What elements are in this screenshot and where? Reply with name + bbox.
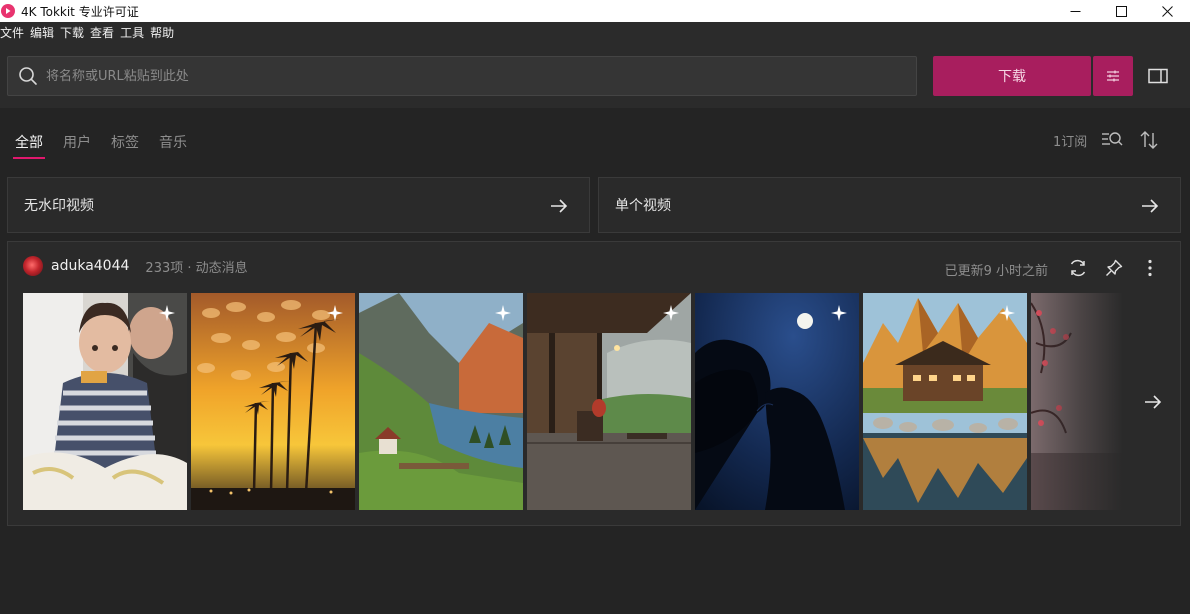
list-search-icon[interactable] (1101, 130, 1123, 150)
menu-tools[interactable]: 工具 (120, 24, 144, 41)
sort-icon[interactable] (1139, 130, 1159, 150)
subscription-controls: 1订阅 (1053, 130, 1159, 150)
tokkit-logo-icon (1, 4, 15, 18)
sidebar-panel-icon (1148, 68, 1168, 84)
video-thumbnail-image (695, 293, 859, 510)
toolbar: 下载 (0, 43, 1190, 108)
download-button[interactable]: 下载 (933, 56, 1091, 96)
menu-view[interactable]: 查看 (90, 24, 114, 41)
minimize-icon (1070, 10, 1080, 12)
tab-music[interactable]: 音乐 (159, 132, 187, 160)
no-watermark-videos-card[interactable]: 无水印视频 (7, 177, 590, 233)
sidebar-panel-button[interactable] (1147, 66, 1169, 86)
video-thumbnail[interactable] (527, 293, 691, 510)
menu-download[interactable]: 下载 (60, 24, 84, 41)
video-thumbnail[interactable] (23, 293, 187, 510)
video-thumbnail-image (863, 293, 1027, 510)
tab-users[interactable]: 用户 (63, 132, 91, 160)
search-input[interactable] (46, 68, 886, 84)
no-watermark-videos-label: 无水印视频 (24, 198, 94, 214)
maximize-icon (1115, 5, 1127, 17)
single-video-label: 单个视频 (615, 198, 671, 214)
video-thumbnail-image (191, 293, 355, 510)
subscription-count: 1订阅 (1053, 134, 1088, 150)
video-thumbnail-image (527, 293, 691, 510)
feed-updated-time: 已更新9 小时之前 (944, 264, 1048, 279)
menu-bar: 文件 编辑 下载 查看 工具 帮助 (0, 22, 1190, 43)
single-video-card[interactable]: 单个视频 (598, 177, 1181, 233)
title-bar: 4K Tokkit 专业许可证 (0, 0, 1190, 22)
arrow-right-icon[interactable] (1143, 392, 1163, 412)
close-icon (1161, 5, 1173, 17)
video-thumbnail-image (359, 293, 523, 510)
filter-tabs: 全部 用户 标签 音乐 (13, 132, 207, 160)
window-title: 4K Tokkit 专业许可证 (21, 4, 139, 19)
video-thumbnail[interactable] (359, 293, 523, 510)
sparkle-icon (495, 305, 511, 321)
video-thumbnail[interactable] (191, 293, 355, 510)
feed-meta: 233项 · 动态消息 (145, 260, 248, 276)
arrow-right-icon (551, 199, 568, 213)
pin-icon[interactable] (1104, 258, 1124, 278)
maximize-button[interactable] (1098, 0, 1144, 22)
thumbnail-fade-overlay (1031, 293, 1123, 510)
video-thumbnail[interactable] (695, 293, 859, 510)
refresh-icon[interactable] (1068, 258, 1088, 278)
close-button[interactable] (1144, 0, 1190, 22)
tab-tags[interactable]: 标签 (111, 132, 139, 160)
download-settings-button[interactable] (1093, 56, 1133, 96)
avatar[interactable] (23, 256, 43, 276)
sliders-icon (1107, 70, 1119, 82)
more-vertical-icon[interactable] (1140, 258, 1160, 278)
search-box (7, 56, 917, 96)
sparkle-icon (831, 305, 847, 321)
sparkle-icon (999, 305, 1015, 321)
feed-username[interactable]: aduka4044 (51, 258, 129, 274)
thumbnail-strip (23, 293, 1123, 510)
arrow-right-icon (1142, 199, 1159, 213)
subscription-feed-card: aduka4044 233项 · 动态消息 已更新9 小时之前 (7, 241, 1181, 526)
menu-edit[interactable]: 编辑 (30, 24, 54, 41)
minimize-button[interactable] (1052, 0, 1098, 22)
video-thumbnail-image (23, 293, 187, 510)
search-icon (19, 67, 37, 85)
sparkle-icon (159, 305, 175, 321)
video-thumbnail[interactable] (863, 293, 1027, 510)
sparkle-icon (327, 305, 343, 321)
sparkle-icon (663, 305, 679, 321)
menu-help[interactable]: 帮助 (150, 24, 174, 41)
tab-all[interactable]: 全部 (13, 132, 45, 160)
menu-file[interactable]: 文件 (0, 24, 24, 41)
feed-header: aduka4044 233项 · 动态消息 (23, 256, 248, 276)
